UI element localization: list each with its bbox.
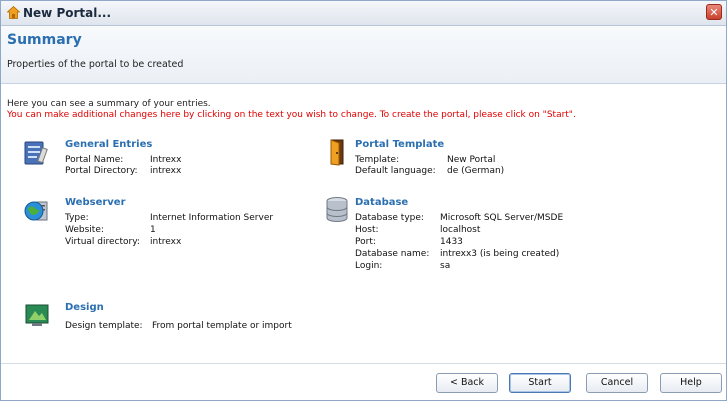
section-title-general[interactable]: General Entries [65,139,152,150]
database-label-4[interactable]: Login: [355,261,382,271]
database-label-2[interactable]: Port: [355,237,376,247]
start-button[interactable]: Start [509,373,571,393]
webserver-value-0[interactable]: Internet Information Server [150,213,273,223]
webserver-label-1[interactable]: Website: [65,225,104,235]
general-value-1[interactable]: intrexx [150,166,181,176]
title-bar: New Portal... ✕ [1,1,726,26]
database-label-0[interactable]: Database type: [355,213,424,223]
general-label-0[interactable]: Portal Name: [65,155,123,165]
database-value-4[interactable]: sa [440,261,450,271]
footer-divider [1,363,726,364]
design-value-0[interactable]: From portal template or import [152,321,292,331]
page-title: Summary [7,32,82,48]
webserver-label-0[interactable]: Type: [65,213,89,223]
webserver-value-1[interactable]: 1 [150,225,156,235]
page-subtitle: Properties of the portal to be created [7,59,184,70]
database-icon [326,197,348,222]
new-portal-dialog: New Portal... ✕ Summary Properties of th… [0,0,727,401]
door-icon [330,139,344,166]
section-title-template[interactable]: Portal Template [355,139,444,150]
template-value-1[interactable]: de (German) [447,166,504,176]
close-button[interactable]: ✕ [706,4,722,20]
help-button[interactable]: Help [660,373,722,393]
back-button[interactable]: < Back [436,373,498,393]
webserver-label-2[interactable]: Virtual directory: [65,237,140,247]
database-value-0[interactable]: Microsoft SQL Server/MSDE [440,213,563,223]
general-value-0[interactable]: Intrexx [150,155,181,165]
template-label-0[interactable]: Template: [355,155,399,165]
database-label-1[interactable]: Host: [355,225,379,235]
general-label-1[interactable]: Portal Directory: [65,166,138,176]
portal-app-icon [7,6,20,19]
globe-server-icon [24,201,48,221]
cancel-button[interactable]: Cancel [586,373,648,393]
section-title-design[interactable]: Design [65,302,104,313]
database-value-1[interactable]: localhost [440,225,480,235]
wizard-header: Summary Properties of the portal to be c… [1,26,726,84]
template-label-1[interactable]: Default language: [355,166,436,176]
database-value-2[interactable]: 1433 [440,237,463,247]
design-label-0[interactable]: Design template: [65,321,143,331]
design-icon [25,304,49,326]
section-title-database[interactable]: Database [355,197,408,208]
general-entries-icon [24,141,48,165]
intro-text: Here you can see a summary of your entri… [7,99,211,109]
section-title-webserver[interactable]: Webserver [65,197,126,208]
webserver-value-2[interactable]: intrexx [150,237,181,247]
database-value-3[interactable]: intrexx3 (is being created) [440,249,559,259]
intro-hint: You can make additional changes here by … [7,110,576,120]
database-label-3[interactable]: Database name: [355,249,429,259]
template-value-0[interactable]: New Portal [447,155,495,165]
window-title: New Portal... [23,6,112,20]
close-icon: ✕ [709,6,719,19]
